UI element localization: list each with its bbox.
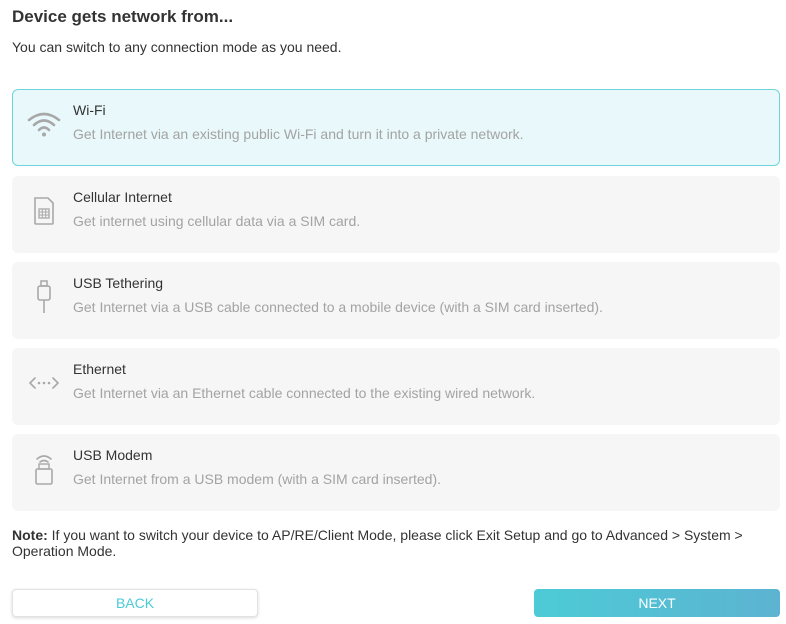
option-ethernet-title: Ethernet <box>73 361 126 377</box>
wifi-icon <box>27 107 61 141</box>
note-label: Note: <box>12 527 48 543</box>
note-body: If you want to switch your device to AP/… <box>12 527 743 559</box>
option-usb-tethering-desc: Get Internet via a USB cable connected t… <box>73 299 603 315</box>
next-button[interactable]: NEXT <box>534 589 780 617</box>
connection-mode-page: Device gets network from... You can swit… <box>0 0 786 624</box>
option-usb-modem-desc: Get Internet from a USB modem (with a SI… <box>73 471 442 487</box>
option-cellular[interactable]: Cellular Internet Get internet using cel… <box>12 176 780 253</box>
ethernet-icon <box>27 366 61 400</box>
option-wifi-desc: Get Internet via an existing public Wi-F… <box>73 126 524 142</box>
option-usb-modem[interactable]: USB Modem Get Internet from a USB modem … <box>12 434 780 511</box>
option-wifi-title: Wi-Fi <box>73 102 106 118</box>
note-text: Note: If you want to switch your device … <box>12 527 772 559</box>
option-wifi[interactable]: Wi-Fi Get Internet via an existing publi… <box>12 89 780 166</box>
page-title: Device gets network from... <box>12 7 234 26</box>
back-button[interactable]: BACK <box>12 589 258 617</box>
option-usb-modem-title: USB Modem <box>73 447 153 463</box>
usb-cable-icon <box>27 280 61 314</box>
option-cellular-desc: Get internet using cellular data via a S… <box>73 213 361 229</box>
option-ethernet-desc: Get Internet via an Ethernet cable conne… <box>73 385 536 401</box>
option-usb-tethering[interactable]: USB Tethering Get Internet via a USB cab… <box>12 262 780 339</box>
sim-card-icon <box>27 194 61 228</box>
usb-modem-icon <box>27 452 61 486</box>
option-ethernet[interactable]: Ethernet Get Internet via an Ethernet ca… <box>12 348 780 425</box>
option-cellular-title: Cellular Internet <box>73 189 172 205</box>
option-usb-tethering-title: USB Tethering <box>73 275 164 291</box>
page-subtitle: You can switch to any connection mode as… <box>12 39 342 55</box>
